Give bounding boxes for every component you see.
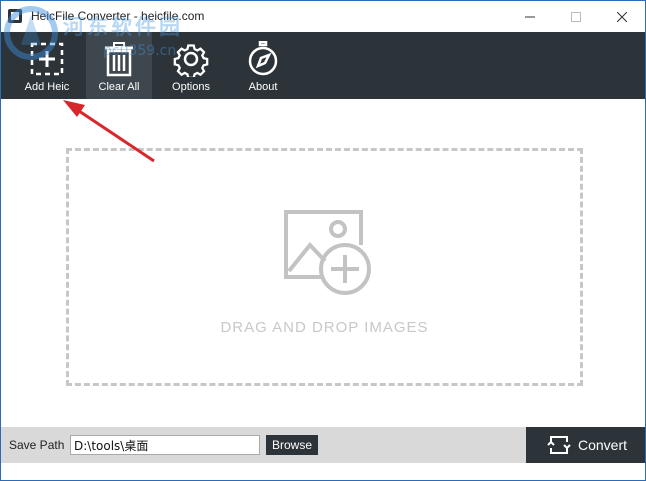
options-button[interactable]: Options xyxy=(158,32,224,99)
about-label: About xyxy=(248,81,278,93)
convert-label: Convert xyxy=(578,437,628,453)
save-path-label: Save Path xyxy=(9,438,65,452)
compass-icon xyxy=(248,41,278,76)
clear-all-button[interactable]: Clear All xyxy=(86,32,152,99)
window-title: HeicFile Converter - heicfile.com xyxy=(31,9,205,23)
drop-zone[interactable]: DRAG AND DROP IMAGES xyxy=(66,148,583,386)
app-window: HeicFile Converter - heicfile.com Add He… xyxy=(0,0,646,481)
options-label: Options xyxy=(172,81,210,93)
browse-button[interactable]: Browse xyxy=(266,435,318,455)
add-file-icon xyxy=(30,42,64,76)
trash-icon xyxy=(105,42,133,77)
title-bar: HeicFile Converter - heicfile.com xyxy=(1,1,645,32)
app-logo-icon xyxy=(8,9,22,23)
clear-all-label: Clear All xyxy=(98,81,140,93)
convert-button[interactable]: Convert xyxy=(526,427,645,463)
minimize-button[interactable] xyxy=(507,1,553,32)
bottom-bar: Save Path Browse Convert xyxy=(1,427,645,463)
drop-zone-text: DRAG AND DROP IMAGES xyxy=(220,319,429,336)
add-heic-label: Add Heic xyxy=(24,81,70,93)
maximize-button[interactable] xyxy=(553,1,599,32)
minimize-icon xyxy=(525,16,535,17)
convert-icon xyxy=(547,436,571,454)
gear-icon xyxy=(173,44,209,77)
status-strip xyxy=(1,463,645,480)
save-path-input[interactable] xyxy=(70,435,260,455)
add-image-icon xyxy=(284,210,371,295)
close-button[interactable] xyxy=(599,1,645,32)
maximize-icon xyxy=(571,11,581,22)
close-icon xyxy=(617,11,627,22)
add-heic-button[interactable]: Add Heic xyxy=(14,32,80,99)
toolbar: Add Heic Clear All Options About xyxy=(1,32,645,99)
about-button[interactable]: About xyxy=(230,32,296,99)
